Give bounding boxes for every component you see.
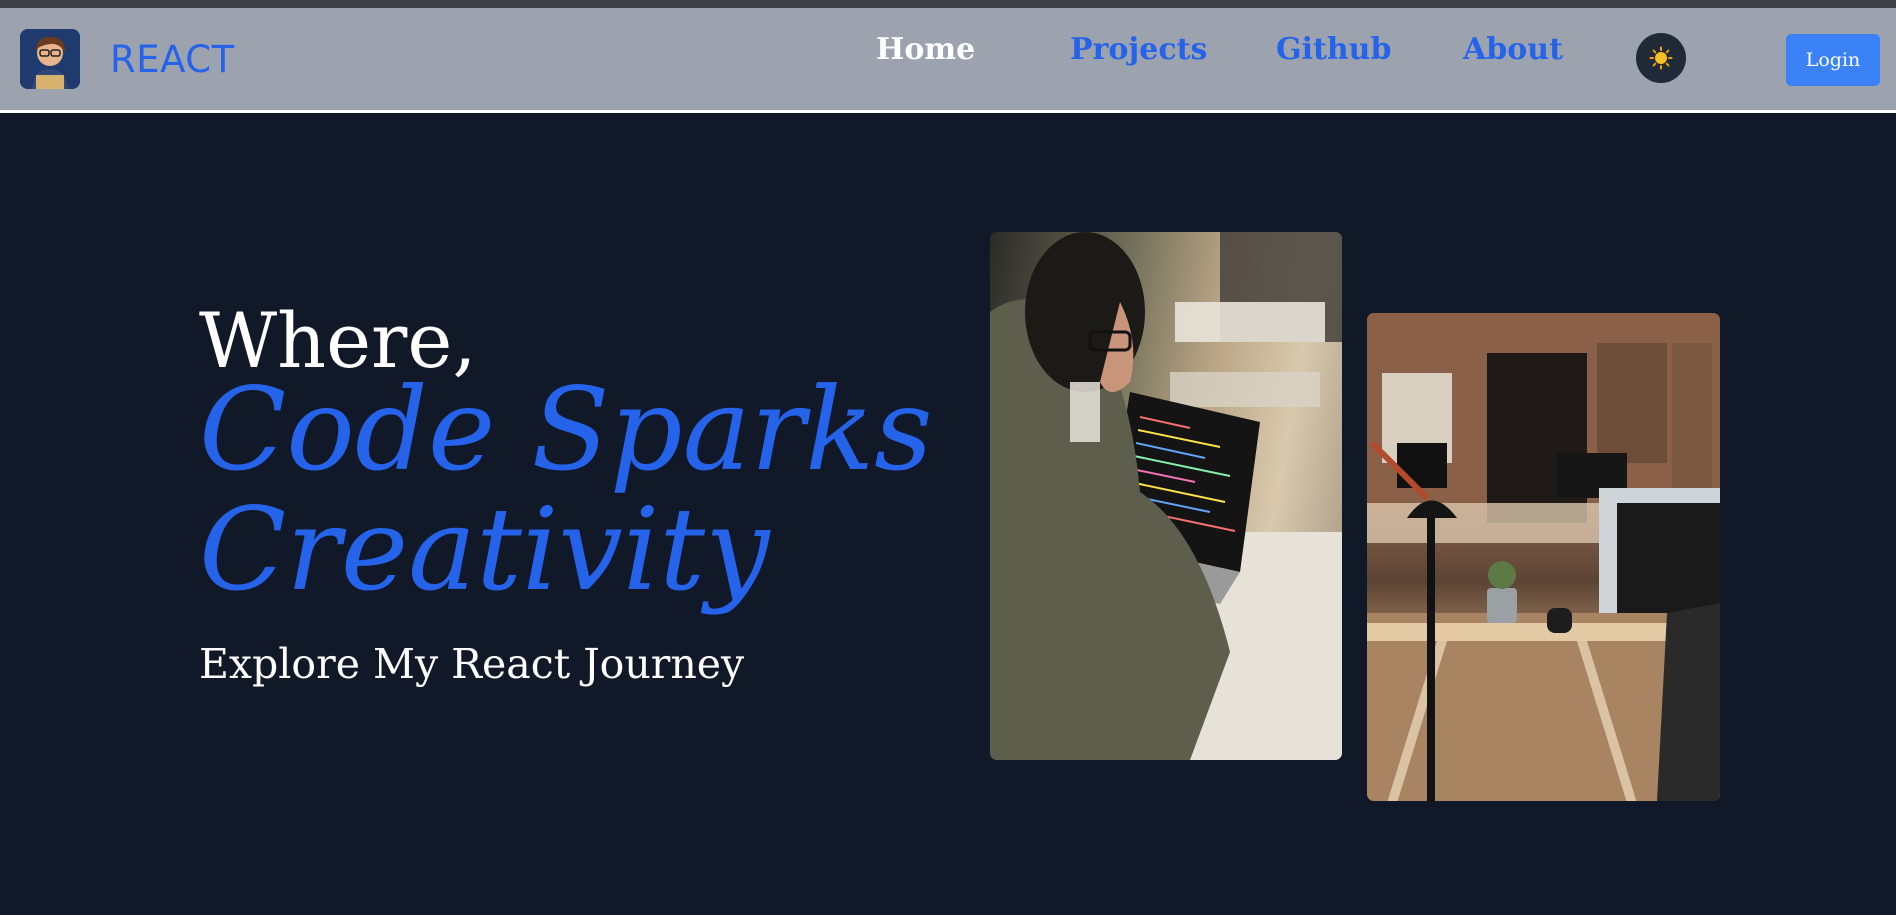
nav-projects-link[interactable]: Projects <box>1070 32 1207 67</box>
login-button[interactable]: Login <box>1786 34 1880 86</box>
window-top-strip <box>0 0 1896 8</box>
sun-icon <box>1649 46 1673 70</box>
navbar: REACT Home Projects Github About Login <box>0 8 1896 113</box>
hero-heading-line3: Creativity <box>199 483 770 616</box>
brand-name: REACT <box>110 38 235 81</box>
nav-about-link[interactable]: About <box>1463 32 1563 67</box>
nav-github-link[interactable]: Github <box>1276 32 1391 67</box>
hero-heading-line2: Code Sparks <box>199 363 933 496</box>
hero-subtitle: Explore My React Journey <box>199 640 745 688</box>
office-workspace-photo <box>1367 313 1720 801</box>
avatar-logo[interactable] <box>20 29 80 89</box>
developer-coding-photo <box>990 232 1342 760</box>
theme-toggle-button[interactable] <box>1636 33 1686 83</box>
nav-home-link[interactable]: Home <box>876 32 975 67</box>
hero-heading-accent: Code Sparks Creativity <box>199 370 933 610</box>
